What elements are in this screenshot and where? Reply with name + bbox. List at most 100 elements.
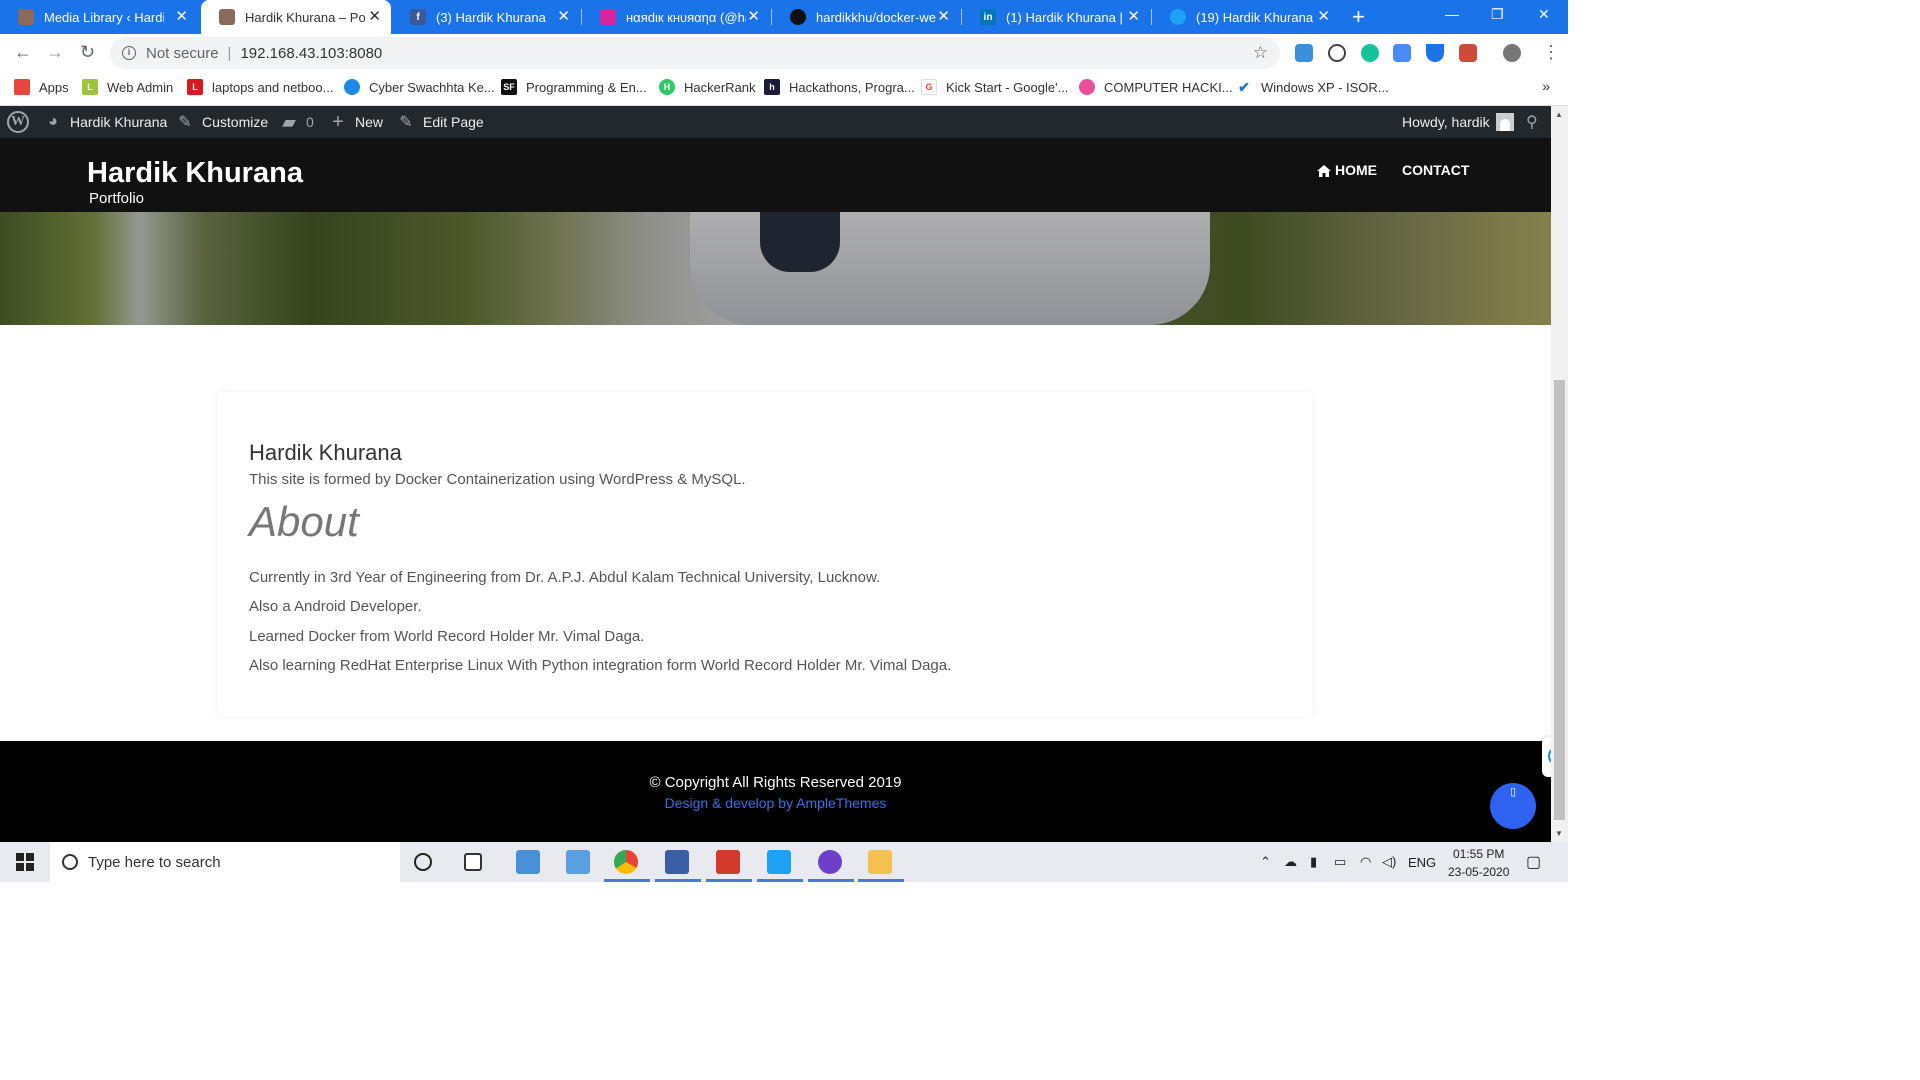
back-to-top-button[interactable]: ▯ xyxy=(1490,783,1536,829)
adminbar-account[interactable]: Howdy, hardik xyxy=(1402,106,1514,138)
file-explorer-icon[interactable] xyxy=(868,850,892,874)
tab-favicon-icon xyxy=(18,9,34,25)
shield-icon[interactable] xyxy=(1426,44,1444,62)
screen: Media Library ‹ Hardik ✕ Hardik Khurana … xyxy=(0,0,1568,882)
tab-media-library[interactable]: Media Library ‹ Hardik ✕ xyxy=(0,0,198,34)
menu-icon[interactable]: ⋮ xyxy=(1542,42,1560,63)
bookmark-star-icon[interactable]: ☆ xyxy=(1253,43,1268,63)
nav-contact[interactable]: CONTACT xyxy=(1402,162,1469,178)
bookmark-windows-xp[interactable]: ✔ Windows XP - ISOR... xyxy=(1236,79,1389,95)
tab-favicon-icon xyxy=(219,9,235,25)
colorful-icon xyxy=(1079,79,1095,95)
cortana-icon[interactable] xyxy=(414,853,432,871)
tab-linkedin[interactable]: in (1) Hardik Khurana | Lin ✕ xyxy=(962,0,1150,34)
adminbar-site-name[interactable]: ◕ Hardik Khurana xyxy=(44,106,167,138)
profile-avatar[interactable] xyxy=(1503,44,1521,62)
page-scrollbar[interactable]: ▲ ▼ xyxy=(1551,106,1568,842)
chrome-icon[interactable] xyxy=(614,850,638,874)
bookmark-laptops[interactable]: L laptops and netboo... xyxy=(187,79,333,95)
info-icon[interactable]: i xyxy=(122,46,136,60)
active-indicator xyxy=(706,879,752,882)
instagram-icon xyxy=(600,9,616,25)
lte-icon: L xyxy=(82,79,98,95)
language-indicator[interactable]: ENG xyxy=(1408,842,1436,882)
close-icon[interactable]: ✕ xyxy=(557,9,570,24)
windows-start-icon[interactable] xyxy=(16,853,34,871)
pencil-icon: ✎ xyxy=(399,114,413,131)
github-desktop-icon[interactable] xyxy=(818,850,842,874)
reload-button[interactable]: ↻ xyxy=(80,42,95,63)
forward-button[interactable]: → xyxy=(46,42,64,63)
bookmark-computer-hacking[interactable]: COMPUTER HACKI... xyxy=(1079,79,1233,95)
close-icon[interactable]: ✕ xyxy=(368,9,381,24)
sf-icon: SF xyxy=(501,79,517,95)
restore-button[interactable]: ❐ xyxy=(1491,6,1504,23)
minimize-button[interactable]: — xyxy=(1445,6,1459,22)
pdf-icon[interactable] xyxy=(1459,44,1477,62)
volume-icon[interactable]: ◁) xyxy=(1382,842,1396,882)
adminbar-edit-page[interactable]: ✎ Edit Page xyxy=(397,106,483,138)
close-icon[interactable]: ✕ xyxy=(175,9,188,24)
control-panel-icon[interactable] xyxy=(566,850,590,874)
bookmark-apps[interactable]: Apps xyxy=(14,79,69,95)
adminbar-search[interactable]: ⚲ xyxy=(1526,106,1538,138)
tab-facebook[interactable]: f (3) Hardik Khurana ✕ xyxy=(392,0,580,34)
app-red-icon[interactable] xyxy=(716,850,740,874)
new-tab-button[interactable]: + xyxy=(1352,4,1365,30)
search-icon: ⚲ xyxy=(1526,114,1538,131)
system-clock[interactable]: 01:55 PM 23-05-2020 xyxy=(1448,845,1509,881)
grammarly-icon[interactable] xyxy=(1361,44,1379,62)
url-text[interactable]: 192.168.43.103:8080 xyxy=(240,45,382,62)
close-window-button[interactable]: ✕ xyxy=(1538,6,1550,23)
bookmark-programming[interactable]: SF Programming & En... xyxy=(501,79,647,95)
site-tagline: Portfolio xyxy=(89,190,145,207)
scrollbar-thumb[interactable] xyxy=(1554,380,1565,820)
laptop-app-icon[interactable] xyxy=(516,850,540,874)
tab-instagram[interactable]: нαяdιк кнυяαηα (@har ✕ xyxy=(582,0,770,34)
dashboard-icon: ◕ xyxy=(48,113,58,130)
adminbar-new[interactable]: + New xyxy=(329,106,383,138)
theme-credit-link[interactable]: Design & develop by AmpleThemes xyxy=(0,795,1551,811)
active-indicator xyxy=(858,879,904,882)
bookmark-web-admin[interactable]: L Web Admin xyxy=(82,79,173,95)
tab-twitter[interactable]: (19) Hardik Khurana (@ ✕ xyxy=(1152,0,1340,34)
back-button[interactable]: ← xyxy=(14,42,32,63)
virtualbox-icon[interactable] xyxy=(665,850,689,874)
translate-icon[interactable] xyxy=(1393,44,1411,62)
tab-github[interactable]: hardikkhu/docker-web ✕ xyxy=(772,0,960,34)
scroll-down-icon[interactable]: ▼ xyxy=(1555,829,1563,838)
close-icon[interactable]: ✕ xyxy=(937,9,950,24)
nav-home[interactable]: HOME xyxy=(1317,162,1377,178)
task-view-icon[interactable] xyxy=(464,853,482,871)
tab-portfolio[interactable]: Hardik Khurana – Portfo ✕ xyxy=(201,0,391,34)
arrow-up-icon: ▯ xyxy=(1509,786,1517,798)
scroll-up-icon[interactable]: ▲ xyxy=(1555,110,1563,119)
battery-icon[interactable]: ▭ xyxy=(1334,842,1346,882)
bookmark-kick-start[interactable]: G Kick Start - Google'... xyxy=(921,79,1068,95)
notifications-icon[interactable]: ▢ xyxy=(1526,842,1541,882)
security-label: Not secure xyxy=(146,44,219,62)
wifi-icon[interactable]: ◠ xyxy=(1360,842,1371,882)
onedrive-icon[interactable]: ☁ xyxy=(1284,842,1297,882)
bookmark-cyber-swachhta[interactable]: Cyber Swachhta Ke... xyxy=(344,79,495,95)
site-title[interactable]: Hardik Khurana xyxy=(87,157,303,190)
active-indicator xyxy=(655,879,701,882)
bookmark-hackerrank[interactable]: H HackerRank xyxy=(659,79,756,95)
close-icon[interactable]: ✕ xyxy=(1127,9,1140,24)
taskbar-search-box[interactable]: Type here to search xyxy=(50,842,400,882)
eye-icon xyxy=(344,79,360,95)
adminbar-customize[interactable]: ✎ Customize xyxy=(176,106,268,138)
site-footer: © Copyright All Rights Reserved 2019 Des… xyxy=(0,741,1551,842)
microphone-icon[interactable]: ▮ xyxy=(1310,842,1317,882)
wordpress-logo[interactable]: W xyxy=(7,106,29,138)
adminbar-comments[interactable]: ▰ 0 xyxy=(280,106,314,138)
speed-dial-icon[interactable] xyxy=(1328,44,1346,62)
address-bar[interactable]: i Not secure | 192.168.43.103:8080 ☆ xyxy=(110,37,1280,69)
twitter-app-icon[interactable] xyxy=(767,850,791,874)
bookmark-hackathons[interactable]: h Hackathons, Progra... xyxy=(764,79,915,95)
close-icon[interactable]: ✕ xyxy=(747,9,760,24)
close-icon[interactable]: ✕ xyxy=(1317,9,1330,24)
extension-icon[interactable] xyxy=(1295,44,1313,62)
more-bookmarks-icon[interactable]: » xyxy=(1542,78,1550,94)
show-hidden-icons[interactable]: ⌃ xyxy=(1260,842,1271,882)
